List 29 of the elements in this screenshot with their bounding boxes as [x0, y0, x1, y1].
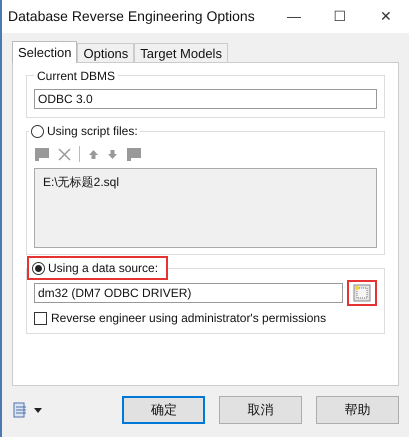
file-list[interactable]: E:\无标题2.sql	[34, 168, 377, 248]
data-source-field[interactable]: dm32 (DM7 ODBC DRIVER)	[34, 283, 343, 303]
add-file-icon[interactable]	[34, 147, 50, 161]
list-icon[interactable]	[12, 402, 28, 418]
arrow-up-icon[interactable]	[88, 148, 99, 160]
tab[interactable]: Selection	[12, 41, 78, 63]
dialog-button[interactable]: 确定	[122, 396, 206, 424]
dbms-field[interactable]: ODBC 3.0	[34, 89, 377, 109]
radio-label: Using a data source:	[48, 260, 158, 277]
radio-label: Using script files:	[47, 123, 138, 140]
checkbox-label: Reverse engineer using administrator's permissions	[51, 310, 326, 327]
delete-icon[interactable]	[58, 148, 71, 160]
radio-button[interactable]	[32, 262, 45, 274]
arrow-down-icon[interactable]	[107, 148, 118, 160]
browse-button[interactable]	[347, 280, 377, 306]
file-icon[interactable]	[126, 147, 142, 161]
file-list-item[interactable]: E:\无标题2.sql	[43, 173, 368, 191]
database-icon	[353, 284, 371, 302]
maximize-button[interactable]: ☐	[317, 0, 363, 33]
window-title: Database Reverse Engineering Options	[8, 7, 256, 26]
checkbox[interactable]	[34, 312, 47, 324]
minimize-button[interactable]: —	[271, 0, 317, 33]
radio-button[interactable]	[31, 124, 44, 138]
dialog-button[interactable]: 取消	[219, 396, 302, 424]
tab[interactable]: Target Models	[134, 43, 228, 62]
close-button[interactable]: ✕	[363, 0, 409, 33]
dialog-button[interactable]: 帮助	[316, 396, 399, 424]
dropdown-caret-icon[interactable]	[34, 408, 42, 412]
tab[interactable]: Options	[77, 43, 134, 62]
